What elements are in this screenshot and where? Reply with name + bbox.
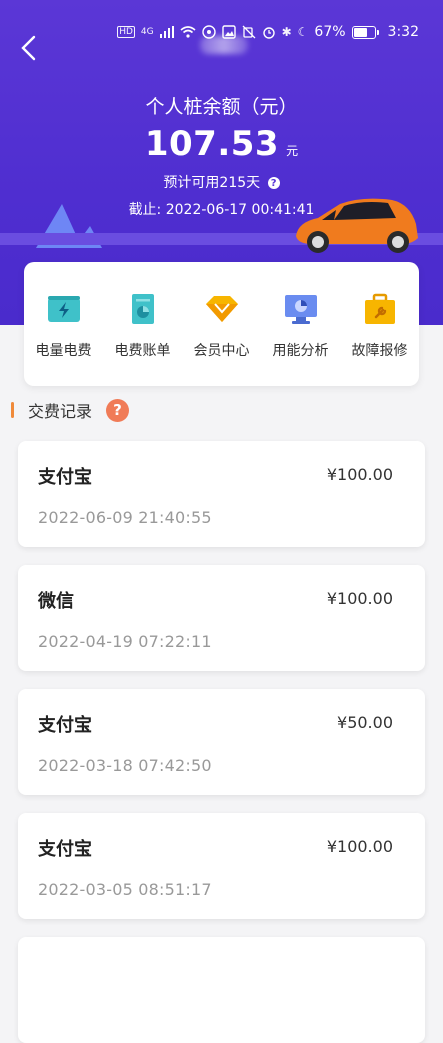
service-menu: 电量电费 电费账单 会员中心 用能分析 故障报修 [24, 262, 419, 386]
payment-amount: ¥100.00 [326, 837, 393, 856]
wifi-icon [180, 26, 196, 38]
moon-icon: ☾ [297, 25, 309, 39]
question-icon[interactable]: ? [106, 398, 130, 422]
bill-icon [131, 294, 154, 324]
section-accent-bar [11, 402, 14, 418]
menu-item-repair[interactable]: 故障报修 [340, 262, 419, 360]
car-illustration [296, 198, 418, 253]
menu-item-bill[interactable]: 电费账单 [103, 262, 182, 360]
toolbox-icon [364, 293, 395, 324]
bluetooth-icon: ✱ [281, 25, 292, 39]
diamond-icon [205, 296, 238, 322]
balance-unit: 元 [286, 144, 299, 158]
payment-record[interactable]: 微信 ¥100.00 2022-04-19 07:22:11 [18, 565, 425, 671]
network-type-label: 4G [140, 27, 154, 37]
balance-amount: 107.53 [144, 124, 280, 164]
records-section-header: 交费记录 ? [11, 398, 130, 422]
alarm-icon [262, 27, 275, 39]
available-days: 预计可用215天 ? [0, 172, 443, 192]
battery-level-fill [353, 27, 367, 37]
monitor-chart-icon [284, 295, 317, 324]
status-time: 3:32 [387, 24, 419, 40]
payment-time: 2022-03-18 07:42:50 [38, 756, 212, 775]
blurred-account-name [200, 36, 248, 54]
payment-time: 2022-04-19 07:22:11 [38, 632, 212, 651]
payment-amount: ¥50.00 [337, 713, 393, 732]
back-button[interactable] [18, 34, 46, 66]
help-icon[interactable]: ? [267, 177, 280, 189]
payment-amount: ¥100.00 [326, 465, 393, 484]
balance-title: 个人桩余额（元） [145, 96, 298, 118]
menu-item-energy-analysis[interactable]: 用能分析 [261, 262, 340, 360]
menu-label: 电费账单 [114, 343, 171, 359]
records-section-title: 交费记录 [28, 402, 93, 421]
menu-item-electricity[interactable]: 电量电费 [24, 262, 103, 360]
menu-item-member-center[interactable]: 会员中心 [182, 262, 261, 360]
payment-time: 2022-03-05 08:51:17 [38, 880, 212, 899]
signal-icon [159, 26, 174, 38]
menu-label: 用能分析 [272, 343, 329, 359]
payment-method: 支付宝 [38, 715, 92, 736]
payment-time: 2022-06-09 21:40:55 [38, 508, 212, 527]
hd-label: HD [117, 26, 135, 38]
payment-record[interactable]: 支付宝 ¥100.00 2022-03-05 08:51:17 [18, 813, 425, 919]
payment-method: 支付宝 [38, 467, 92, 488]
payment-amount: ¥100.00 [326, 589, 393, 608]
chevron-left-icon [21, 35, 36, 61]
battery-icon [351, 25, 379, 39]
menu-label: 故障报修 [351, 343, 408, 359]
payment-method: 支付宝 [38, 839, 92, 860]
menu-label: 电量电费 [35, 343, 92, 359]
payment-record-partial[interactable] [18, 937, 425, 1043]
battery-percent: 67% [314, 24, 346, 40]
available-days-text: 预计可用215天 [163, 175, 261, 191]
menu-label: 会员中心 [193, 343, 250, 359]
payment-record[interactable]: 支付宝 ¥100.00 2022-06-09 21:40:55 [18, 441, 425, 547]
balance-row: 107.53 元 [0, 124, 443, 164]
payment-method: 微信 [38, 591, 74, 612]
status-bar: HD 4G ✱ ☾ 67% 3:32 [0, 0, 443, 66]
payment-record[interactable]: 支付宝 ¥50.00 2022-03-18 07:42:50 [18, 689, 425, 795]
status-icons: HD 4G ✱ ☾ 67% 3:32 [117, 24, 419, 40]
lightning-battery-icon [47, 296, 80, 322]
